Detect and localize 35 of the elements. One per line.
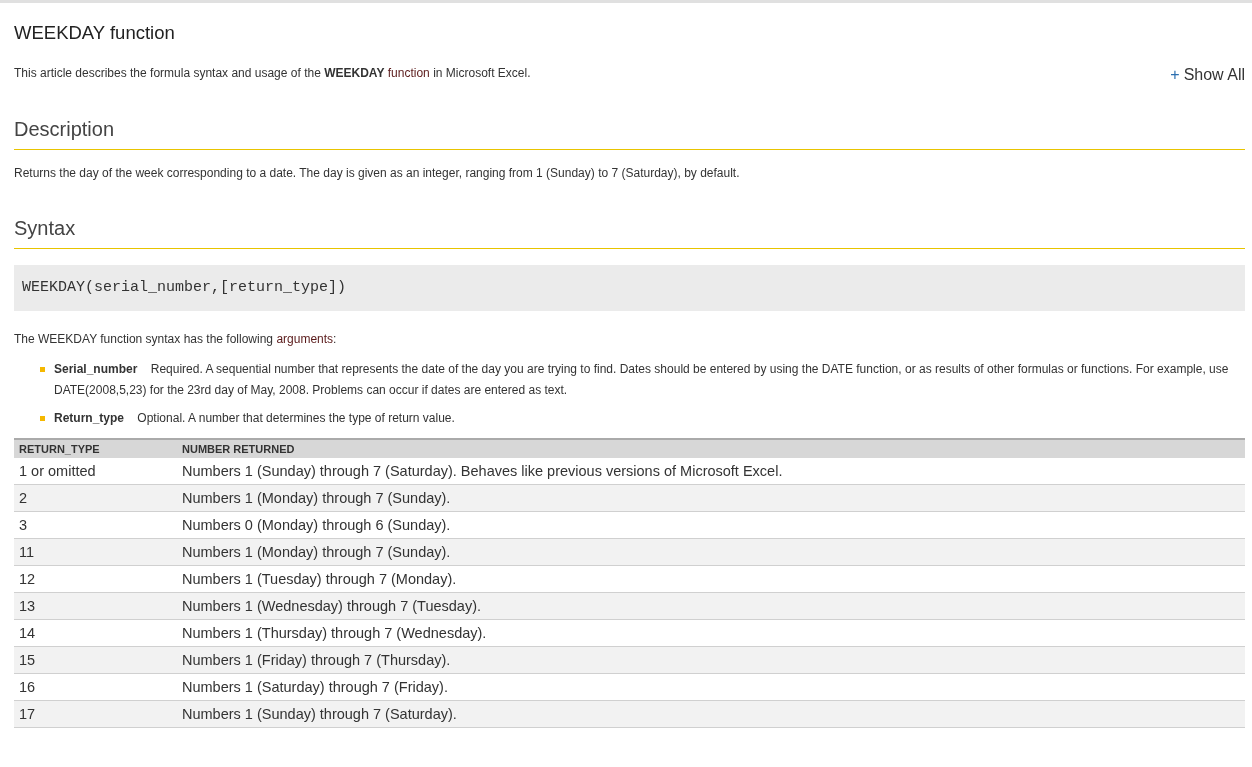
description-text: Returns the day of the week corresponding to a date. The day is given as an integer, ranging from 1 (Sunday) to 7 (Saturday), by default.	[14, 165, 741, 181]
table-cell: 15	[14, 646, 177, 674]
table-cell: 3	[14, 511, 177, 539]
table-cell: Numbers 1 (Monday) through 7 (Sunday).	[177, 484, 1245, 512]
table-cell: Numbers 1 (Friday) through 7 (Thursday).	[177, 646, 1245, 674]
function-link[interactable]: function	[387, 66, 430, 80]
table-cell: Numbers 1 (Monday) through 7 (Sunday).	[177, 538, 1245, 566]
table-cell: 12	[14, 565, 177, 593]
table-cell: 11	[14, 538, 177, 566]
table-cell: Numbers 0 (Monday) through 6 (Sunday).	[177, 511, 1245, 539]
table-cell: 16	[14, 673, 177, 701]
column-header: RETURN_TYPE	[14, 439, 177, 458]
bullet-icon	[40, 367, 45, 372]
table-cell: Numbers 1 (Saturday) through 7 (Friday).	[177, 673, 1245, 701]
table-cell: Numbers 1 (Wednesday) through 7 (Tuesday).	[177, 592, 1245, 620]
argument-text: Return_type Optional. A number that determines the type of return value.	[54, 410, 455, 427]
table-cell: Numbers 1 (Thursday) through 7 (Wednesday).	[177, 619, 1245, 647]
table-cell: 2	[14, 484, 177, 512]
syntax-code: WEEKDAY(serial_number,[return_type])	[14, 265, 1245, 311]
page-title: WEEKDAY function	[14, 21, 176, 45]
table-cell: 13	[14, 592, 177, 620]
arguments-intro-text: The WEEKDAY function syntax has the following arguments:	[14, 331, 338, 347]
column-header: NUMBER RETURNED	[177, 439, 1245, 458]
intro-text: This article describes the formula syntax and usage of the WEEKDAY function in Microsoft Excel.	[14, 65, 531, 81]
table-cell: 17	[14, 700, 177, 728]
show-all-link[interactable]: + Show All	[1170, 66, 1245, 84]
table-cell: 1 or omitted	[14, 458, 177, 485]
section-heading: Description	[14, 116, 1245, 150]
bullet-icon	[40, 416, 45, 421]
table-cell: Numbers 1 (Sunday) through 7 (Saturday). Behaves like previous versions of Microsoft Excel.	[177, 458, 1245, 485]
table-cell: Numbers 1 (Tuesday) through 7 (Monday).	[177, 565, 1245, 593]
argument-text: Serial_number Required. A sequential number that represents the date of the day you are trying to find. Dates should be entered by using the DATE function, or as results of other formulas or functions. For example, use DATE(2008,5,23) for the 23rd day of May, 2008. Problems can occur if dates are entered as text.	[54, 361, 1230, 399]
section-heading: Syntax	[14, 215, 1245, 249]
table-cell: 14	[14, 619, 177, 647]
table-cell: Numbers 1 (Sunday) through 7 (Saturday).	[177, 700, 1245, 728]
